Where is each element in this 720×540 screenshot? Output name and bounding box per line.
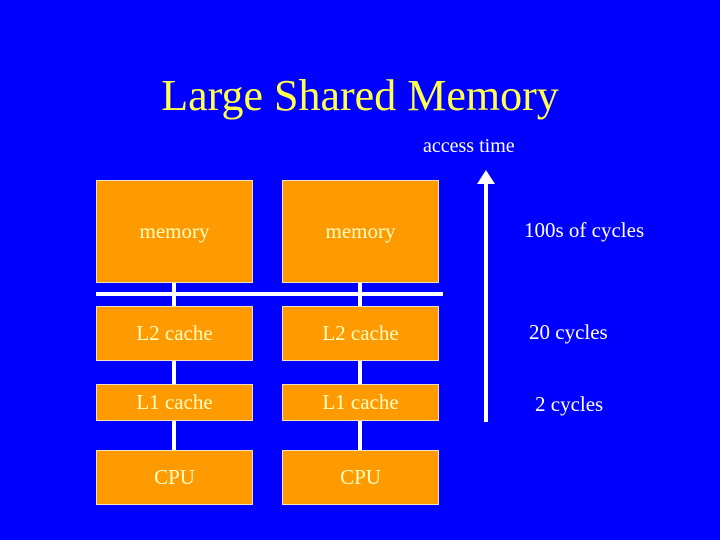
slide-title: Large Shared Memory — [161, 71, 559, 120]
connector-l2-l1-2 — [358, 360, 362, 384]
l1-cache-box-2: L1 cache — [282, 384, 439, 421]
memory-box-2: memory — [282, 180, 439, 283]
l1-cache-box-1: L1 cache — [96, 384, 253, 421]
access-time-arrow-icon — [477, 170, 495, 422]
connector-l1-cpu-1 — [172, 420, 176, 450]
shared-bus — [96, 292, 443, 296]
connector-mem-bus-2 — [358, 282, 362, 307]
cpu-box-1: CPU — [96, 450, 253, 505]
memory-box-1: memory — [96, 180, 253, 283]
access-time-label: access time — [423, 135, 515, 157]
latency-memory: 100s of cycles — [524, 218, 645, 242]
latency-l1: 2 cycles — [535, 392, 604, 416]
l2-cache-box-1: L2 cache — [96, 306, 253, 361]
l2-cache-box-2: L2 cache — [282, 306, 439, 361]
connector-mem-bus-1 — [172, 282, 176, 307]
cpu-box-2: CPU — [282, 450, 439, 505]
connector-l2-l1-1 — [172, 360, 176, 384]
latency-l2: 20 cycles — [529, 320, 608, 344]
connector-l1-cpu-2 — [358, 420, 362, 450]
